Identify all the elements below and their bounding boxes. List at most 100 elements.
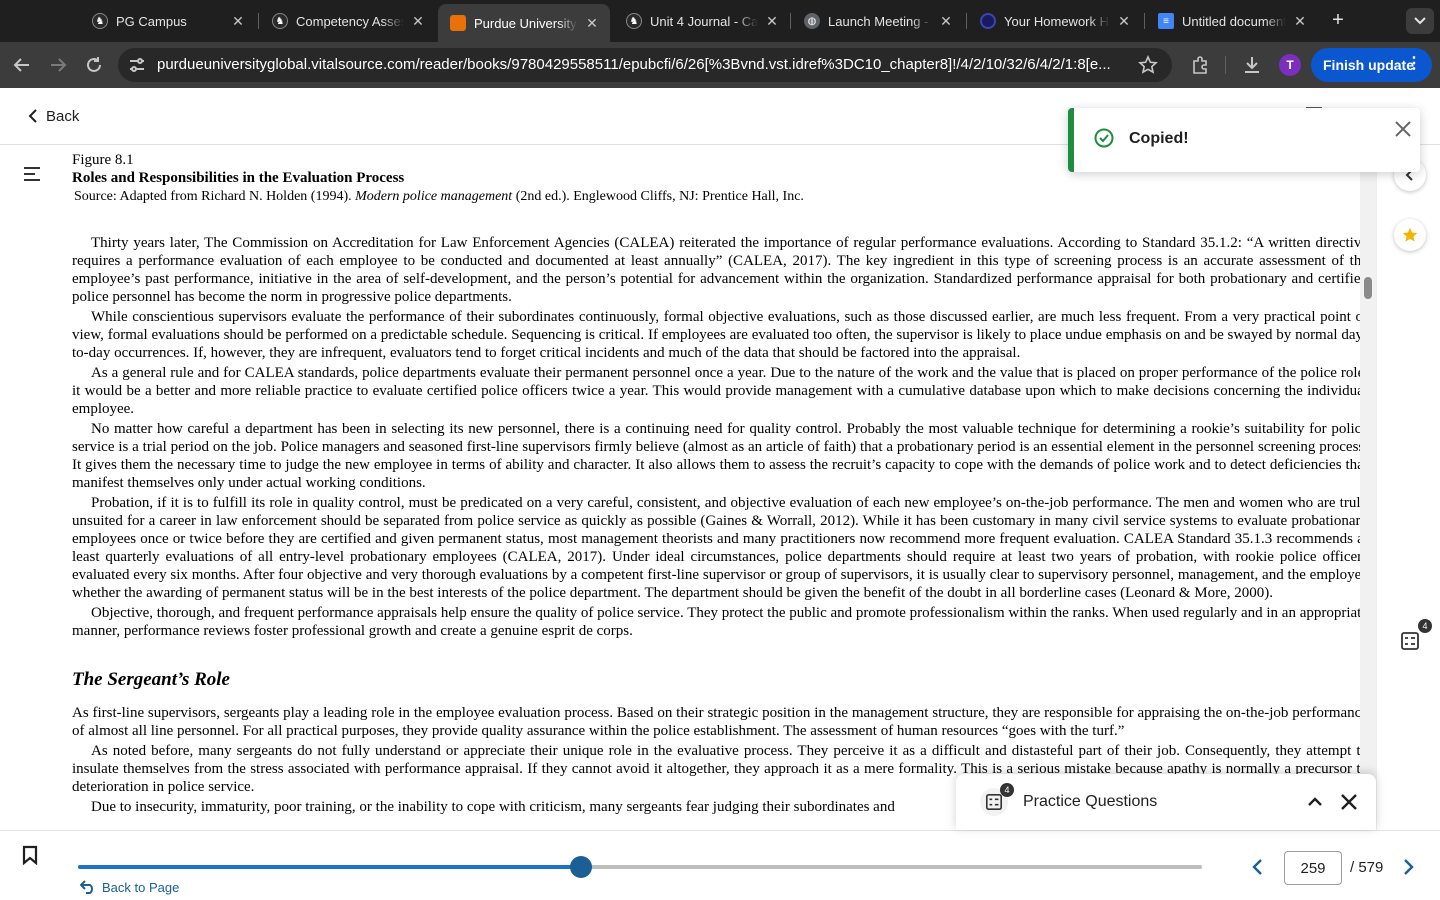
- tab-separator: [790, 13, 791, 29]
- back-label: Back: [46, 107, 80, 125]
- book-content: Figure 8.1 Roles and Responsibilities in…: [64, 145, 1360, 830]
- browser-forward-button[interactable]: [44, 51, 72, 79]
- total-pages: / 579: [1350, 859, 1384, 876]
- quiz-list-icon: [1401, 632, 1419, 650]
- paragraph: No matter how careful a department has b…: [72, 421, 1360, 491]
- tab-title: Unit 4 Journal - Campus: [650, 13, 758, 29]
- puzzle-icon: [1193, 56, 1207, 74]
- paragraph: While conscientious supervisors evaluate…: [72, 309, 1360, 361]
- close-tab-icon[interactable]: ✕: [230, 13, 246, 29]
- tab-separator: [1144, 13, 1145, 29]
- download-icon: [1245, 57, 1259, 73]
- tab-separator: [966, 13, 967, 29]
- paragraph: As first-line supervisors, sergeants pla…: [72, 705, 1360, 739]
- content-scrollbar[interactable]: [1360, 145, 1376, 830]
- kebab-menu-icon[interactable]: ⋮: [1406, 55, 1422, 73]
- figure-source-book-title: Modern police management: [355, 189, 513, 204]
- globe-icon: ◍: [804, 13, 820, 29]
- site-info-icon[interactable]: [128, 56, 146, 74]
- purdue-griffin-icon: ♞: [92, 13, 108, 29]
- purdue-griffin-icon: ♞: [272, 13, 288, 29]
- google-docs-icon: ≡: [1158, 13, 1174, 29]
- close-tab-icon[interactable]: ✕: [938, 13, 954, 29]
- address-bar[interactable]: purdueuniversityglobal.vitalsource.com/r…: [118, 48, 1172, 82]
- tab-pg-campus[interactable]: ♞ PG Campus ✕: [80, 6, 256, 36]
- reload-icon: [87, 57, 101, 72]
- profile-avatar[interactable]: T: [1279, 54, 1301, 76]
- tab-homework-help[interactable]: Your Homework Help ✕: [968, 6, 1142, 36]
- table-of-contents-icon[interactable]: [23, 165, 41, 183]
- tab-search-button[interactable]: [1406, 8, 1434, 34]
- tab-title: Launch Meeting - Zoom: [828, 13, 932, 29]
- star-icon: [1402, 227, 1418, 242]
- paragraph: Objective, thorough, and frequent perfor…: [72, 605, 1360, 639]
- toast-close-icon[interactable]: [1392, 118, 1414, 140]
- tab-purdue-university-global[interactable]: Purdue University Global ✕: [438, 4, 610, 42]
- page-progress-slider[interactable]: [78, 856, 1202, 878]
- bookmark-icon[interactable]: [22, 845, 42, 867]
- reload-button[interactable]: [80, 51, 108, 79]
- right-rail: 4: [1376, 145, 1440, 830]
- check-circle-icon: [1094, 128, 1114, 148]
- chevron-left-icon: [28, 109, 37, 123]
- quiz-list-icon: 4: [980, 783, 1014, 816]
- arrow-left-icon: [13, 58, 29, 72]
- section-heading: The Sergeant’s Role: [72, 669, 230, 690]
- tab-title: Purdue University Global: [474, 15, 578, 31]
- scrollbar-thumb[interactable]: [1364, 277, 1372, 299]
- arrow-right-icon: [51, 58, 67, 72]
- close-tab-icon[interactable]: ✕: [764, 13, 780, 29]
- tab-unit-4-journal[interactable]: ♞ Unit 4 Journal - Campus ✕: [614, 6, 790, 36]
- tab-title: PG Campus: [116, 13, 187, 29]
- homework-icon: [980, 13, 996, 29]
- figure-source-text: Source: Adapted from Richard N. Holden (…: [74, 189, 356, 204]
- tab-title: Your Homework Help: [1004, 13, 1110, 29]
- close-tab-icon[interactable]: ✕: [410, 13, 426, 29]
- practice-count-badge: 4: [1000, 783, 1014, 797]
- tab-untitled-document[interactable]: ≡ Untitled document ✕: [1146, 6, 1318, 36]
- browser-back-button[interactable]: [8, 51, 36, 79]
- tab-title: Competency Assessment: [296, 13, 404, 29]
- previous-page-button[interactable]: [1246, 855, 1270, 879]
- toast-message: Copied!: [1129, 130, 1189, 147]
- figure-source-publisher: (2nd ed.). Englewood Cliffs, NJ: Prentic…: [512, 189, 804, 204]
- close-tab-icon[interactable]: ✕: [1292, 13, 1308, 29]
- purdue-griffin-icon: ♞: [626, 13, 642, 29]
- reader-back-button[interactable]: Back: [28, 105, 79, 127]
- copied-toast: Copied!: [1068, 108, 1420, 172]
- downloads-button[interactable]: [1238, 51, 1266, 79]
- url-text[interactable]: purdueuniversityglobal.vitalsource.com/r…: [157, 56, 1117, 74]
- favorites-button[interactable]: [1394, 219, 1426, 251]
- close-tab-icon[interactable]: ✕: [584, 15, 600, 31]
- chevron-down-icon: [1414, 17, 1426, 25]
- slider-handle[interactable]: [569, 856, 592, 878]
- book-page: Figure 8.1 Roles and Responsibilities in…: [72, 151, 1360, 818]
- browser-tab-strip: ♞ PG Campus ✕ ♞ Competency Assessment ✕ …: [0, 0, 1440, 42]
- close-icon[interactable]: [1338, 791, 1360, 813]
- paragraph: As a general rule and for CALEA standard…: [72, 365, 1360, 417]
- page-number-input[interactable]: [1284, 851, 1342, 885]
- chevron-left-icon: [1252, 859, 1262, 875]
- chevron-up-icon[interactable]: [1304, 791, 1326, 813]
- practice-questions-rail-button[interactable]: 4: [1394, 619, 1432, 657]
- practice-questions-panel: 4 Practice Questions: [956, 774, 1376, 830]
- next-page-button[interactable]: [1396, 855, 1420, 879]
- extensions-button[interactable]: [1186, 51, 1214, 79]
- browser-toolbar: purdueuniversityglobal.vitalsource.com/r…: [0, 42, 1440, 88]
- finish-update-label: Finish update: [1323, 57, 1414, 73]
- back-to-page-link[interactable]: Back to Page: [80, 877, 179, 897]
- close-tab-icon[interactable]: ✕: [1116, 13, 1132, 29]
- back-to-page-label: Back to Page: [102, 879, 180, 895]
- tab-launch-meeting[interactable]: ◍ Launch Meeting - Zoom ✕: [792, 6, 964, 36]
- toolbar-separator: [1225, 56, 1226, 74]
- tab-title: Untitled document: [1182, 13, 1286, 29]
- practice-questions-title: Practice Questions: [1023, 793, 1158, 810]
- undo-arrow-icon: [80, 880, 93, 894]
- finish-update-button[interactable]: Finish update ⋮: [1311, 48, 1432, 82]
- tab-competency-assessment[interactable]: ♞ Competency Assessment ✕: [260, 6, 436, 36]
- bookmark-star-icon[interactable]: [1138, 55, 1158, 75]
- paragraph: Thirty years later, The Commission on Ac…: [72, 235, 1360, 305]
- left-rail: [0, 145, 64, 830]
- new-tab-button[interactable]: +: [1326, 10, 1350, 32]
